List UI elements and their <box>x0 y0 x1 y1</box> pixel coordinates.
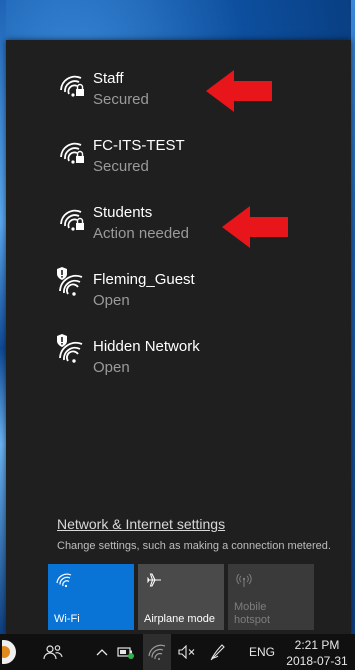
airplane-mode-tile[interactable]: Airplane mode <box>138 564 224 630</box>
people-button[interactable] <box>36 634 70 670</box>
mobile-hotspot-tile[interactable]: Mobile hotspot <box>228 564 314 630</box>
network-name: FC-ITS-TEST <box>93 137 185 154</box>
people-icon <box>43 645 63 660</box>
network-status: Action needed <box>93 225 189 242</box>
wifi-secured-icon <box>60 75 84 97</box>
annotation-arrow <box>222 206 288 248</box>
chevron-up-icon <box>96 649 108 656</box>
network-item-hidden-network[interactable]: Hidden Network Open <box>6 330 351 397</box>
wifi-secured-icon <box>60 209 84 231</box>
network-item-fc-its-test[interactable]: FC-ITS-TEST Secured <box>6 129 351 196</box>
network-status: Secured <box>93 91 149 108</box>
network-name: Students <box>93 204 153 221</box>
network-settings-description: Change settings, such as making a connec… <box>57 540 331 552</box>
network-name: Hidden Network <box>93 338 200 355</box>
network-settings-link[interactable]: Network & Internet settings <box>57 516 225 532</box>
network-name: Staff <box>93 70 124 87</box>
clock-time: 2:21 PM <box>294 638 340 652</box>
wifi-open-shield-icon <box>57 267 83 296</box>
network-status: Open <box>93 359 130 376</box>
wifi-icon <box>56 573 72 588</box>
wifi-tray-icon <box>148 644 166 660</box>
input-language-button[interactable]: ENG <box>242 634 282 670</box>
tile-label: Mobile hotspot <box>234 601 271 626</box>
wallpaper-edge-right <box>351 0 355 634</box>
app-icon <box>2 640 16 664</box>
show-hidden-icons-button[interactable] <box>90 634 114 670</box>
battery-charging-icon <box>117 647 134 659</box>
pen-icon <box>210 644 225 661</box>
tile-label: Airplane mode <box>144 613 215 625</box>
tray-app-button[interactable] <box>113 634 139 670</box>
network-list: Staff Secured FC-ITS-TEST Secured Studen… <box>6 62 351 397</box>
hotspot-icon <box>236 573 252 587</box>
network-tray-button[interactable] <box>143 634 171 670</box>
wifi-secured-icon <box>60 142 84 164</box>
taskbar: ENG 2:21 PM 2018-07-31 <box>0 634 355 670</box>
network-name: Fleming_Guest <box>93 271 195 288</box>
pen-workspace-button[interactable] <box>203 634 233 670</box>
network-item-staff[interactable]: Staff Secured <box>6 62 351 129</box>
network-flyout: Staff Secured FC-ITS-TEST Secured Studen… <box>6 40 351 634</box>
wifi-open-shield-icon <box>57 334 83 363</box>
partial-app-icon[interactable] <box>0 634 20 670</box>
network-status: Open <box>93 292 130 309</box>
volume-muted-icon <box>178 645 195 659</box>
annotation-arrow <box>206 70 272 112</box>
wifi-toggle-tile[interactable]: Wi-Fi <box>48 564 134 630</box>
volume-tray-button[interactable] <box>174 634 200 670</box>
network-status: Secured <box>93 158 149 175</box>
airplane-icon <box>147 573 161 587</box>
network-item-students[interactable]: Students Action needed <box>6 196 351 263</box>
network-item-fleming-guest[interactable]: Fleming_Guest Open <box>6 263 351 330</box>
language-indicator: ENG <box>248 645 275 659</box>
clock[interactable]: 2:21 PM 2018-07-31 <box>281 637 353 669</box>
tile-label: Wi-Fi <box>54 613 80 625</box>
clock-date: 2018-07-31 <box>286 654 348 668</box>
